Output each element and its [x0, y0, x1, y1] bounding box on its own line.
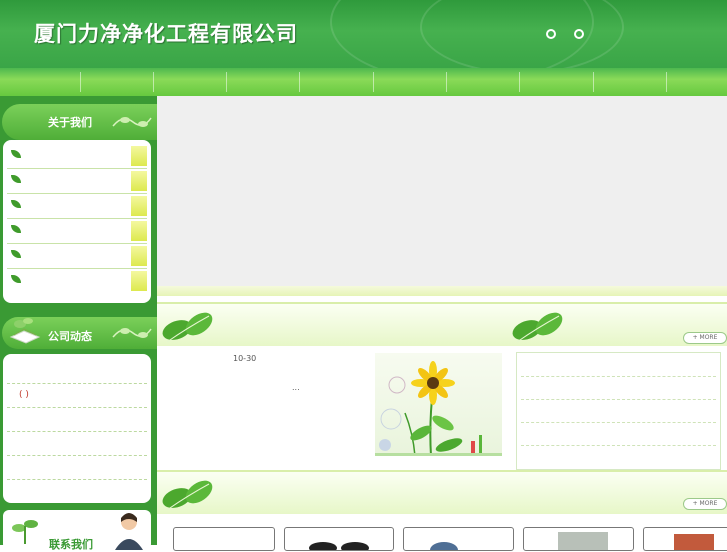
header-dot-icon — [574, 29, 584, 39]
news-title: 公司动态 — [48, 330, 92, 343]
news-list-item[interactable]: ( ) — [7, 384, 147, 408]
nav-item[interactable] — [154, 72, 227, 92]
flower-image — [375, 353, 502, 456]
banner-divider — [157, 286, 727, 296]
news-list-item[interactable] — [7, 360, 147, 384]
product-thumbnail[interactable] — [403, 527, 514, 551]
news-ellipsis: ... — [292, 383, 300, 392]
product-image — [558, 532, 608, 550]
vine-decoration-icon — [112, 328, 152, 338]
leaf-icon — [11, 200, 21, 208]
menu-item-bar — [131, 146, 147, 166]
about-menu-item[interactable] — [7, 269, 147, 293]
leaf-icon — [11, 175, 21, 183]
leaf-decoration-icon — [512, 312, 563, 343]
menu-item-bar — [131, 221, 147, 241]
news-list: ( ) — [3, 354, 151, 503]
banner-area — [157, 96, 727, 286]
header-swirl-decoration — [420, 0, 624, 68]
product-image — [674, 534, 714, 550]
leaf-decoration-icon — [162, 312, 213, 343]
more-button[interactable]: + MORE — [683, 332, 727, 344]
nav-item[interactable] — [374, 72, 447, 92]
right-info-list — [516, 352, 721, 470]
news-list-item[interactable] — [7, 408, 147, 432]
news-list-item[interactable] — [7, 432, 147, 456]
about-menu-item[interactable] — [7, 169, 147, 194]
product-image — [309, 542, 369, 550]
nav-item[interactable] — [14, 72, 81, 92]
product-thumbnail[interactable] — [523, 527, 634, 551]
menu-item-bar — [131, 196, 147, 216]
leaf-icon — [11, 275, 21, 283]
product-image — [430, 542, 458, 550]
main-nav — [0, 68, 727, 96]
more-button[interactable]: + MORE — [683, 498, 727, 510]
right-list-row[interactable] — [521, 445, 716, 468]
product-thumbnail[interactable] — [643, 527, 727, 551]
product-thumbnail[interactable] — [173, 527, 275, 551]
menu-item-bar — [131, 271, 147, 291]
nav-item[interactable] — [594, 72, 667, 92]
news-date: 10-30 — [233, 354, 257, 363]
right-list-row[interactable] — [521, 376, 716, 400]
contact-box[interactable]: 联系我们 — [3, 510, 151, 551]
about-title: 关于我们 — [48, 116, 92, 129]
site-header: 厦门力净净化工程有限公司 — [0, 0, 727, 68]
contact-person-icon — [115, 513, 143, 550]
section-bar-1: + MORE — [157, 302, 727, 346]
leaf-icon — [11, 150, 21, 158]
about-menu — [3, 140, 151, 303]
right-list-row[interactable] — [521, 422, 716, 446]
about-menu-item[interactable] — [7, 194, 147, 219]
leaf-icon — [11, 250, 21, 258]
book-icon — [9, 318, 41, 344]
nav-item[interactable] — [447, 72, 520, 92]
right-list-row[interactable] — [521, 399, 716, 423]
leaf-icon — [11, 225, 21, 233]
flower-illustration — [375, 361, 502, 456]
section-bar-2: + MORE — [157, 470, 727, 514]
sidebar: 关于我们 公司动态 ( ) 联系我们 — [0, 96, 157, 551]
nav-item[interactable] — [300, 72, 374, 92]
menu-item-bar — [131, 171, 147, 191]
leaf-decoration-icon — [162, 480, 213, 511]
nav-item[interactable] — [81, 72, 154, 92]
about-menu-item[interactable] — [7, 244, 147, 269]
nav-item[interactable] — [520, 72, 594, 92]
contact-title: 联系我们 — [49, 538, 93, 551]
news-list-item[interactable] — [7, 480, 147, 503]
news-header: 公司动态 — [2, 317, 157, 349]
about-header: 关于我们 — [2, 104, 157, 140]
nav-item[interactable] — [227, 72, 300, 92]
nav-item[interactable] — [667, 72, 723, 92]
about-menu-item[interactable] — [7, 144, 147, 169]
site-title: 厦门力净净化工程有限公司 — [34, 22, 298, 46]
news-list-item[interactable] — [7, 456, 147, 480]
header-dot-icon — [546, 29, 556, 39]
about-menu-item[interactable] — [7, 219, 147, 244]
right-list-row[interactable] — [521, 353, 716, 377]
plant-icon — [12, 520, 38, 544]
product-thumbnail[interactable] — [284, 527, 394, 551]
menu-item-bar — [131, 246, 147, 266]
vine-decoration-icon — [112, 117, 152, 127]
